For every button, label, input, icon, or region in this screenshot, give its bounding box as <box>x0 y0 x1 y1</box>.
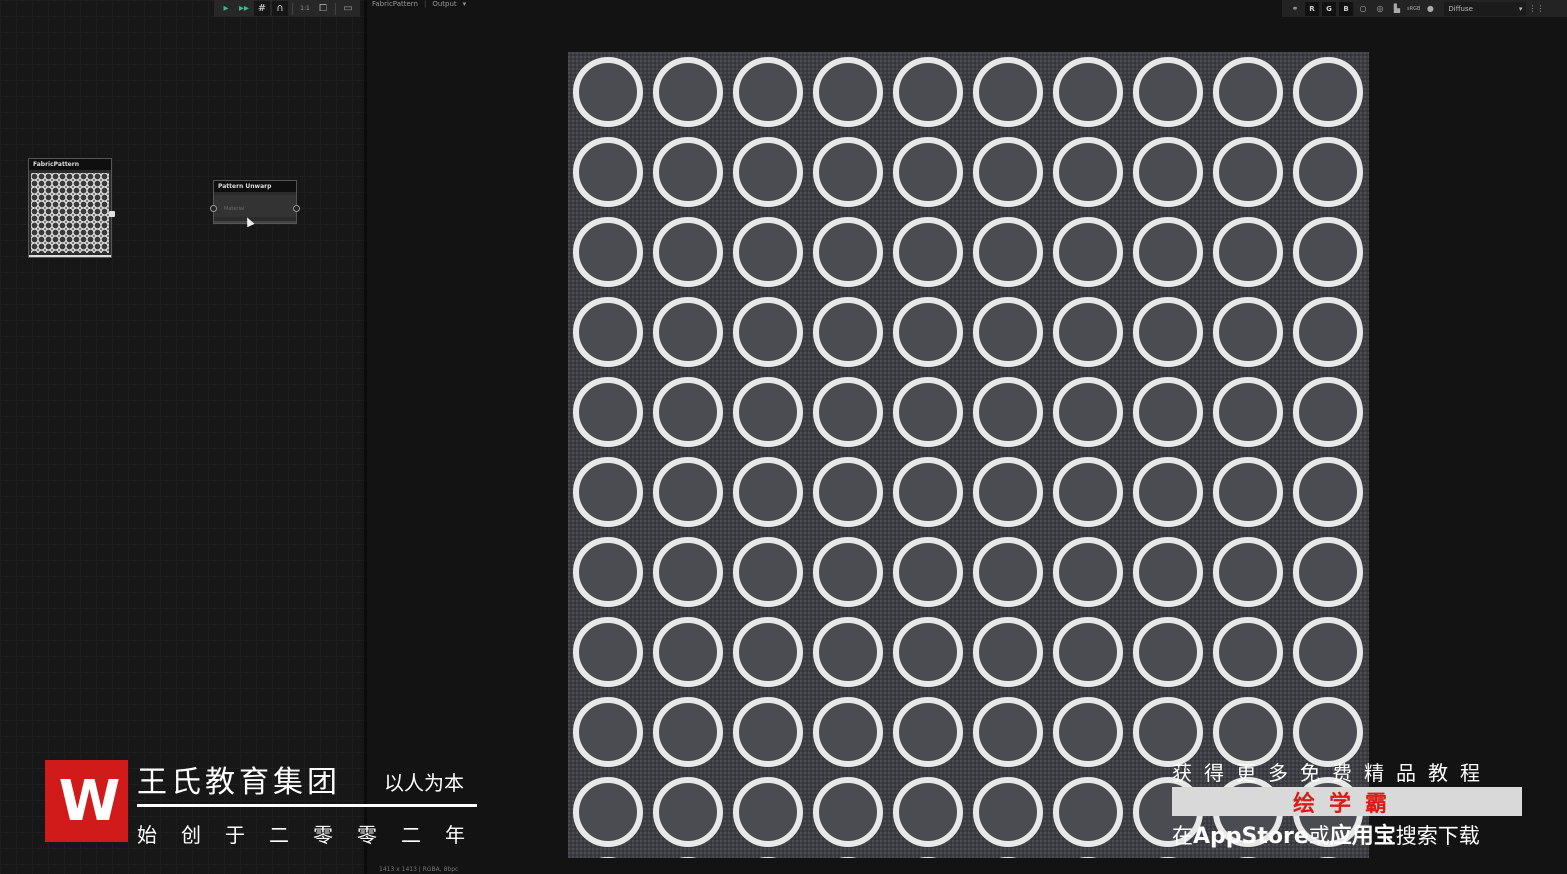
channel-b-button[interactable]: B <box>1339 1 1353 16</box>
output-pin[interactable] <box>109 211 115 217</box>
input-pin[interactable] <box>210 205 217 212</box>
node-footer <box>214 221 296 223</box>
target-icon[interactable]: ◎ <box>1373 2 1387 16</box>
promo-mid: 或 <box>1308 824 1330 848</box>
promo-brand-bar: 绘学霸 <box>1172 787 1522 817</box>
circle-outline-icon[interactable]: ○ <box>1356 2 1370 16</box>
output-pin[interactable] <box>293 205 300 212</box>
node-title: FabricPattern <box>29 159 111 170</box>
viewer-toolbar: ⚭ R G B ○ ◎ ▙ sRGB ● Diffuse ▾ ⋮⋮ <box>1282 0 1567 17</box>
org-slogan: 以人为本 <box>384 771 464 795</box>
node-graph-panel[interactable]: ▸ ▸▸ # ∩ 1:1 ⧠ ▭ FabricPattern Pattern U… <box>0 0 364 874</box>
color-space-label[interactable]: sRGB <box>1407 6 1420 12</box>
output-channel-select[interactable]: Diffuse ▾ <box>1444 1 1527 16</box>
frame-icon[interactable]: ⧠ <box>315 1 331 16</box>
channels-icon[interactable]: ⚭ <box>1288 2 1302 16</box>
grid-icon[interactable]: # <box>254 1 270 16</box>
breadcrumb-item-fabricpattern[interactable]: FabricPattern <box>372 0 418 8</box>
magnet-icon[interactable]: ∩ <box>272 1 288 16</box>
output-channel-value: Diffuse <box>1448 4 1473 13</box>
fabric-circle-pattern <box>568 52 1369 858</box>
node-fabric-pattern[interactable]: FabricPattern <box>28 158 115 258</box>
node-thumbnail <box>31 173 109 253</box>
grid-menu-icon[interactable]: ⋮⋮ <box>1528 2 1544 16</box>
breadcrumb: FabricPattern | Output ▾ <box>372 0 466 8</box>
chevron-down-icon[interactable]: ▾ <box>463 0 467 8</box>
org-logo: W <box>45 760 128 842</box>
graph-toolbar: ▸ ▸▸ # ∩ 1:1 ⧠ ▭ <box>214 0 360 17</box>
org-divider <box>137 804 477 807</box>
promo-store-2: 应用宝 <box>1329 824 1396 849</box>
one-to-one-icon[interactable]: 1:1 <box>297 1 313 16</box>
promo-suffix: 搜索下载 <box>1395 824 1480 848</box>
promo-store-1: AppStore <box>1193 824 1309 849</box>
node-pattern-unwarp[interactable]: Pattern Unwarp Material <box>210 180 300 224</box>
filled-circle-icon[interactable]: ● <box>1423 2 1437 16</box>
chevron-down-icon: ▾ <box>1518 4 1523 13</box>
breadcrumb-separator: | <box>423 0 427 8</box>
logo-letter: W <box>58 768 121 834</box>
promo-line-1: 获得更多免费精品教程 <box>1172 761 1492 785</box>
promo-brand: 绘学霸 <box>1292 791 1401 817</box>
org-founded: 始创于二零零二年 <box>137 823 489 847</box>
histogram-icon[interactable]: ▙ <box>1390 2 1404 16</box>
promo-prefix: 在 <box>1172 824 1193 848</box>
window-icon[interactable]: ▭ <box>340 1 356 16</box>
breadcrumb-item-output[interactable]: Output <box>432 0 456 8</box>
play-all-icon[interactable]: ▸▸ <box>236 1 252 16</box>
org-name: 王氏教育集团 <box>137 765 341 800</box>
node-progress-bar <box>29 255 111 257</box>
node-field-material: Material <box>224 206 245 212</box>
toolbar-separator <box>292 2 293 15</box>
channel-r-button[interactable]: R <box>1305 1 1319 16</box>
promo-line-3: 在AppStore或应用宝搜索下载 <box>1172 818 1480 850</box>
node-title: Pattern Unwarp <box>214 181 296 192</box>
toolbar-separator <box>335 2 336 15</box>
channel-g-button[interactable]: G <box>1322 1 1336 16</box>
texture-preview[interactable] <box>568 52 1369 858</box>
image-info-status: 1413 x 1413 | RGBA, 8bpc <box>379 866 459 873</box>
play-icon[interactable]: ▸ <box>218 1 234 16</box>
